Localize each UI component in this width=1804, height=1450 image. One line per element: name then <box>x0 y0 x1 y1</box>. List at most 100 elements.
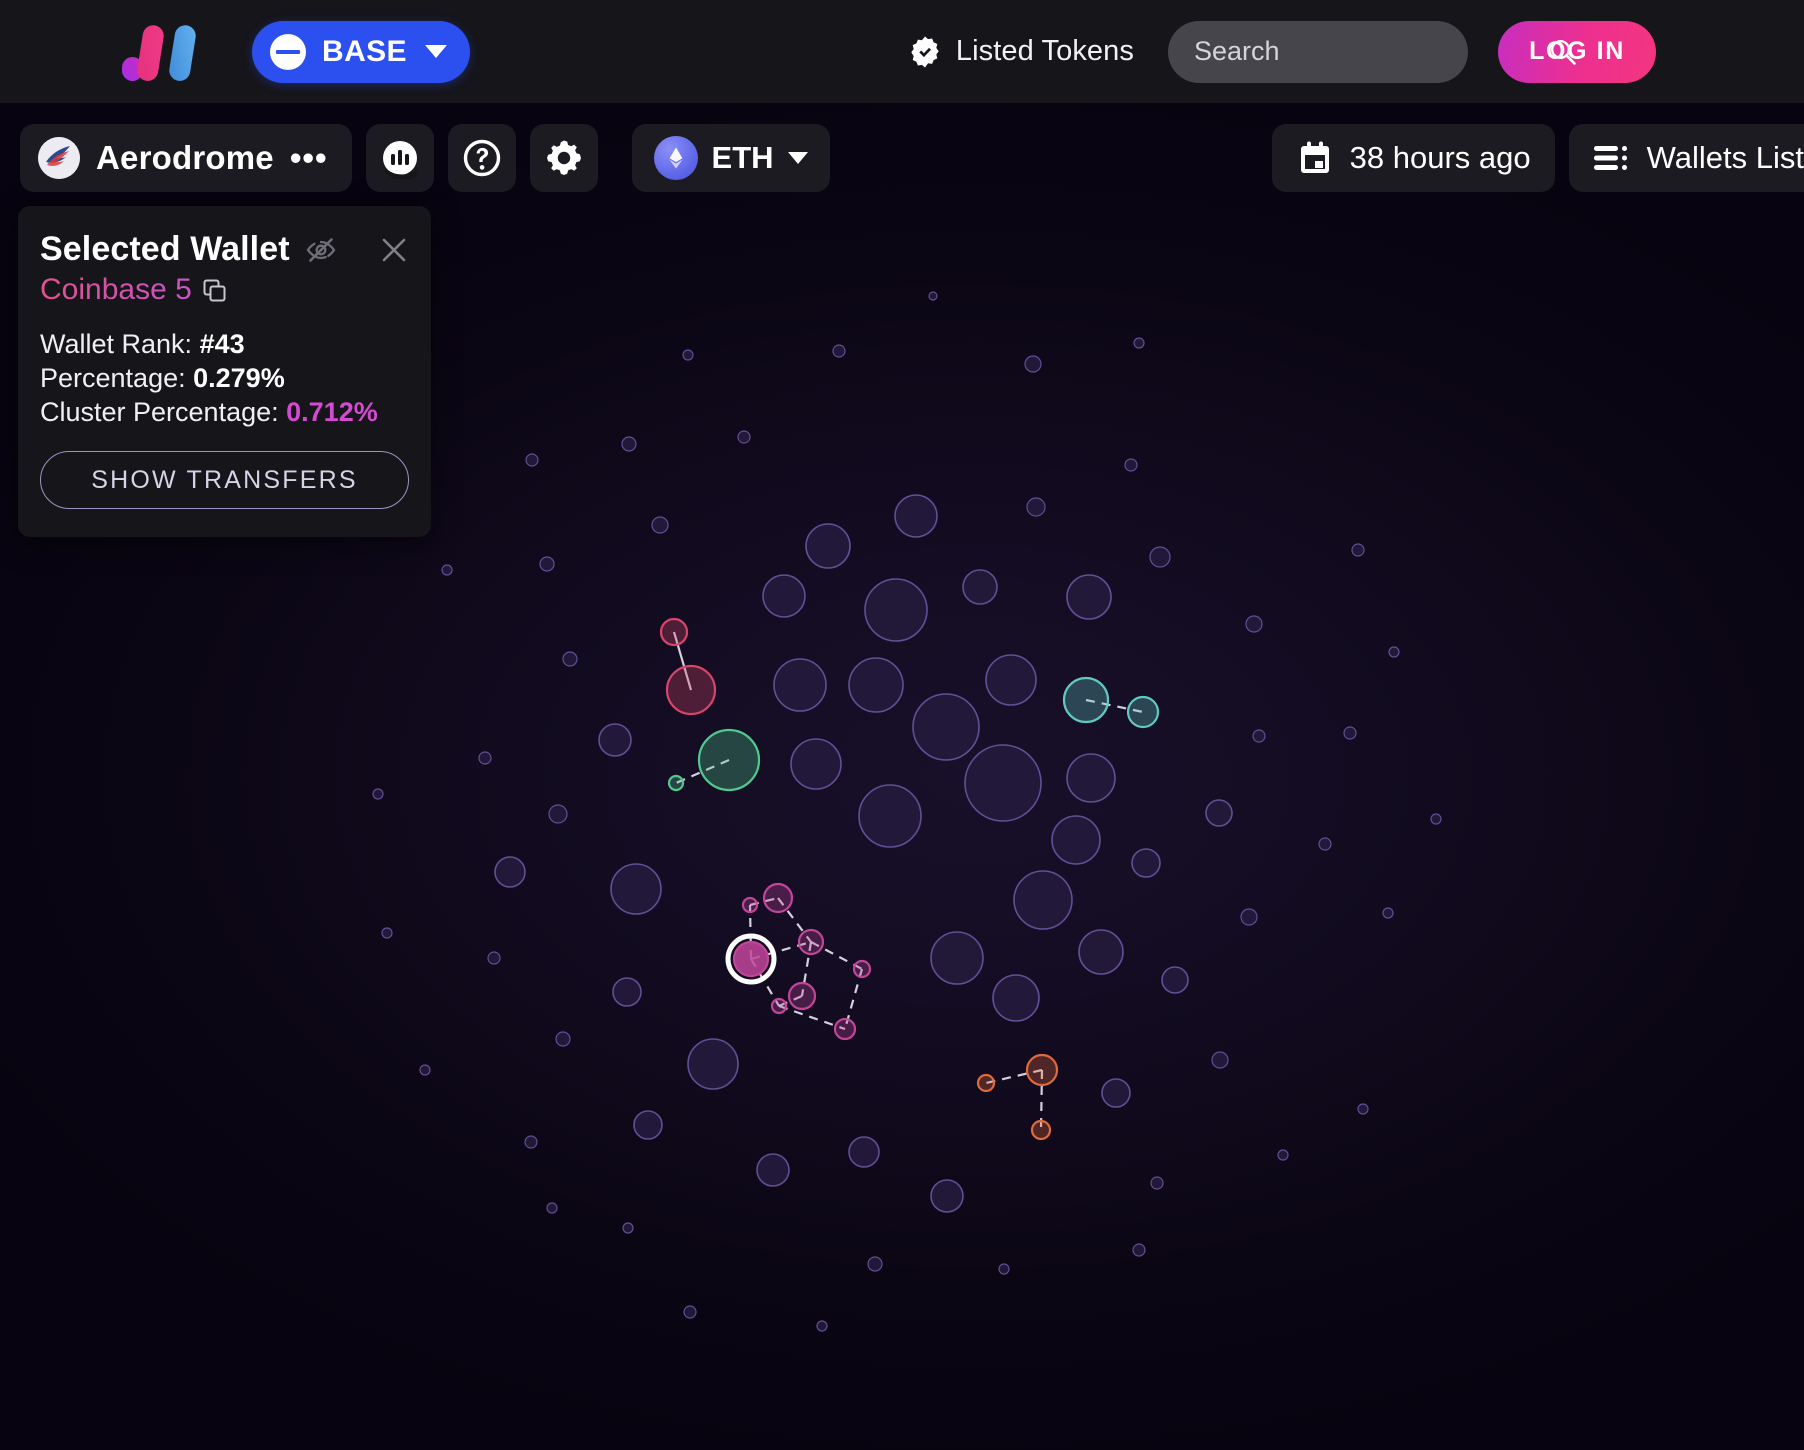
bubble-node[interactable] <box>773 658 827 712</box>
bubble-node[interactable] <box>805 523 851 569</box>
cluster-node[interactable] <box>741 896 759 914</box>
bubble-node[interactable] <box>622 1222 634 1234</box>
bubblemaps-logo[interactable] <box>120 21 216 83</box>
bubble-node[interactable] <box>858 784 922 848</box>
bubble-node[interactable] <box>930 1179 964 1213</box>
bubble-node[interactable] <box>687 1038 739 1090</box>
bubble-node[interactable] <box>683 1305 697 1319</box>
bubble-node[interactable] <box>1150 1176 1164 1190</box>
bubble-node[interactable] <box>562 651 578 667</box>
bubble-node[interactable] <box>832 344 846 358</box>
bubble-node[interactable] <box>930 931 984 985</box>
bubble-node[interactable] <box>912 693 980 761</box>
bubble-node[interactable] <box>756 1153 790 1187</box>
bubblemaps-chart-button[interactable] <box>365 124 434 192</box>
bubble-node[interactable] <box>1149 546 1171 568</box>
cluster-node[interactable] <box>665 664 717 716</box>
bubble-node[interactable] <box>1388 646 1400 658</box>
bubble-node[interactable] <box>494 856 526 888</box>
bubble-node[interactable] <box>610 863 662 915</box>
bubble-node[interactable] <box>1351 543 1365 557</box>
bubble-node[interactable] <box>867 1256 883 1272</box>
cluster-node[interactable] <box>732 940 770 978</box>
bubble-node[interactable] <box>525 453 539 467</box>
bubble-node[interactable] <box>1124 458 1138 472</box>
bubble-node[interactable] <box>524 1135 538 1149</box>
bubble-node[interactable] <box>478 751 492 765</box>
bubble-node[interactable] <box>790 738 842 790</box>
time-selector[interactable]: 38 hours ago <box>1271 124 1555 192</box>
bubble-node[interactable] <box>848 657 904 713</box>
cluster-node[interactable] <box>697 728 761 792</box>
bubble-node[interactable] <box>998 1263 1010 1275</box>
bubble-node[interactable] <box>1245 615 1263 633</box>
search-container[interactable] <box>1168 20 1576 83</box>
bubble-node[interactable] <box>1024 355 1042 373</box>
cluster-node[interactable] <box>1126 695 1160 729</box>
copy-icon[interactable] <box>202 278 227 303</box>
bubble-node[interactable] <box>598 723 632 757</box>
bubble-node[interactable] <box>1252 729 1266 743</box>
bubble-node[interactable] <box>1013 870 1073 930</box>
eye-off-icon[interactable] <box>306 235 336 265</box>
bubble-node[interactable] <box>621 436 637 452</box>
bubble-node[interactable] <box>928 291 938 301</box>
cluster-node[interactable] <box>833 1017 857 1041</box>
chain-selector-base[interactable]: BASE <box>252 20 470 83</box>
bubble-node[interactable] <box>962 569 998 605</box>
token-more-icon[interactable]: ••• <box>290 141 328 174</box>
listed-tokens-button[interactable]: Listed Tokens <box>908 35 1134 69</box>
bubble-node[interactable] <box>964 744 1042 822</box>
bubble-node[interactable] <box>651 516 669 534</box>
bubble-node[interactable] <box>546 1202 558 1214</box>
bubble-node[interactable] <box>1318 837 1332 851</box>
cluster-node[interactable] <box>762 882 794 914</box>
bubble-node[interactable] <box>1343 726 1357 740</box>
close-icon[interactable] <box>379 235 409 265</box>
bubble-node[interactable] <box>816 1320 828 1332</box>
bubble-node[interactable] <box>1382 907 1394 919</box>
bubble-node[interactable] <box>1161 966 1189 994</box>
bubble-node[interactable] <box>633 1110 663 1140</box>
bubble-node[interactable] <box>1277 1149 1289 1161</box>
bubble-node[interactable] <box>441 564 453 576</box>
bubble-node[interactable] <box>1051 815 1101 865</box>
token-selector-aerodrome[interactable]: Aerodrome ••• <box>20 124 352 192</box>
bubble-node[interactable] <box>555 1031 571 1047</box>
network-selector-eth[interactable]: ETH <box>631 124 830 192</box>
bubble-node[interactable] <box>1357 1103 1369 1115</box>
cluster-node[interactable] <box>852 959 872 979</box>
bubble-node[interactable] <box>372 788 384 800</box>
cluster-node[interactable] <box>770 997 788 1015</box>
bubble-node[interactable] <box>548 804 568 824</box>
bubble-node[interactable] <box>682 349 694 361</box>
bubble-node[interactable] <box>1078 929 1124 975</box>
bubble-node[interactable] <box>992 974 1040 1022</box>
search-icon[interactable] <box>1548 37 1578 67</box>
bubble-node[interactable] <box>1132 1243 1146 1257</box>
cluster-node[interactable] <box>1062 676 1110 724</box>
help-button[interactable] <box>447 124 516 192</box>
cluster-node[interactable] <box>1030 1119 1052 1141</box>
cluster-node[interactable] <box>659 617 689 647</box>
wallets-list-button[interactable]: Wallets List <box>1568 124 1804 192</box>
bubble-node[interactable] <box>612 977 642 1007</box>
bubble-node[interactable] <box>539 556 555 572</box>
bubble-node[interactable] <box>487 951 501 965</box>
bubble-node[interactable] <box>1205 799 1233 827</box>
bubble-node[interactable] <box>762 574 806 618</box>
cluster-node[interactable] <box>1025 1053 1059 1087</box>
bubble-node[interactable] <box>1211 1051 1229 1069</box>
bubble-node[interactable] <box>985 654 1037 706</box>
bubble-node[interactable] <box>1430 813 1442 825</box>
bubble-node[interactable] <box>1066 574 1112 620</box>
bubble-node[interactable] <box>864 578 928 642</box>
bubble-node[interactable] <box>737 430 751 444</box>
cluster-node[interactable] <box>667 774 685 792</box>
bubble-node[interactable] <box>419 1064 431 1076</box>
bubble-node[interactable] <box>1240 908 1258 926</box>
bubble-node[interactable] <box>1026 497 1046 517</box>
settings-button[interactable] <box>529 124 598 192</box>
bubble-node[interactable] <box>381 927 393 939</box>
bubble-node[interactable] <box>894 494 938 538</box>
